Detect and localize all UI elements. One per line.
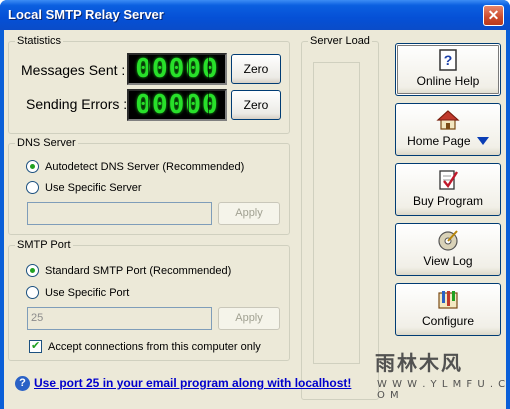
view-log-label: View Log [423, 254, 473, 268]
messages-sent-label: Messages Sent : [21, 62, 126, 78]
smtp-specific-option[interactable]: Use Specific Port [26, 286, 129, 299]
dns-apply-button[interactable]: Apply [218, 202, 280, 225]
view-log-button[interactable]: View Log [395, 223, 501, 276]
close-button[interactable]: ✕ [483, 5, 504, 26]
server-load-meter [313, 62, 360, 364]
help-book-icon: ? [439, 49, 457, 71]
dropdown-arrow-icon [476, 137, 489, 145]
smtp-standard-radio[interactable] [26, 264, 39, 277]
watermark-logo: 雨林木风 W W W . Y L M F U . C O M [372, 345, 510, 409]
home-page-label-row: Home Page [396, 134, 500, 148]
dns-specific-radio[interactable] [26, 181, 39, 194]
dns-autodetect-label: Autodetect DNS Server (Recommended) [45, 160, 245, 173]
smtp-port-legend: SMTP Port [17, 239, 71, 251]
messages-sent-counter: 00000 [127, 53, 227, 85]
accept-local-checkbox[interactable] [29, 339, 42, 353]
smtp-port-input[interactable]: 25 [27, 307, 212, 330]
online-help-button[interactable]: ? Online Help [395, 43, 501, 96]
dns-specific-option[interactable]: Use Specific Server [26, 181, 142, 194]
window-title: Local SMTP Relay Server [8, 7, 164, 22]
zero-errors-button[interactable]: Zero [231, 90, 281, 120]
accept-local-option[interactable]: Accept connections from this computer on… [29, 339, 261, 353]
sending-errors-label: Sending Errors : [26, 96, 128, 112]
smtp-apply-button[interactable]: Apply [218, 307, 280, 330]
smtp-standard-option[interactable]: Standard SMTP Port (Recommended) [26, 264, 231, 277]
buy-program-button[interactable]: Buy Program [395, 163, 501, 216]
watermark-main-text: 雨林木风 [375, 353, 463, 375]
watermark-url-text: W W W . Y L M F U . C O M [377, 379, 507, 401]
dns-server-input[interactable] [27, 202, 212, 225]
dns-specific-label: Use Specific Server [45, 181, 142, 194]
home-page-button[interactable]: Home Page [395, 103, 501, 156]
help-circle-icon: ? [15, 376, 30, 391]
title-bar[interactable]: Local SMTP Relay Server ✕ [0, 0, 510, 30]
svg-text:?: ? [444, 52, 453, 68]
zero-messages-button[interactable]: Zero [231, 54, 281, 84]
home-page-label: Home Page [407, 134, 471, 148]
server-load-legend: Server Load [310, 35, 370, 47]
smtp-specific-radio[interactable] [26, 286, 39, 299]
log-disk-icon [438, 230, 458, 251]
accept-local-label: Accept connections from this computer on… [48, 340, 261, 353]
configure-button[interactable]: Configure [395, 283, 501, 336]
statistics-legend: Statistics [17, 35, 62, 47]
home-icon [436, 110, 460, 130]
smtp-standard-label: Standard SMTP Port (Recommended) [45, 264, 232, 277]
dns-server-legend: DNS Server [17, 137, 76, 149]
dns-autodetect-radio[interactable] [26, 160, 39, 173]
dns-autodetect-option[interactable]: Autodetect DNS Server (Recommended) [26, 160, 244, 173]
configure-icon [438, 291, 458, 309]
smtp-specific-label: Use Specific Port [45, 286, 130, 299]
sending-errors-counter: 00000 [127, 89, 227, 121]
checkmark-document-icon [439, 170, 459, 190]
configure-label: Configure [421, 314, 475, 328]
buy-program-label: Buy Program [412, 194, 484, 208]
online-help-label: Online Help [416, 74, 480, 88]
port-help-link[interactable]: Use port 25 in your email program along … [34, 376, 351, 390]
